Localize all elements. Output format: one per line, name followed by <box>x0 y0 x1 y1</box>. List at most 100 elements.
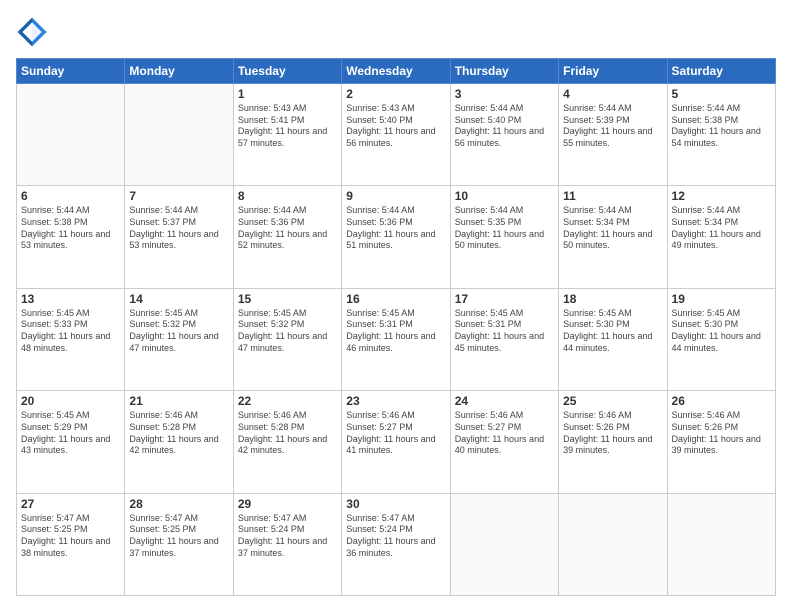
day-number: 9 <box>346 189 445 203</box>
day-number: 12 <box>672 189 771 203</box>
calendar-cell <box>17 84 125 186</box>
calendar-cell: 19 Sunrise: 5:45 AM Sunset: 5:30 PM Dayli… <box>667 288 775 390</box>
cell-content: Sunrise: 5:45 AM Sunset: 5:33 PM Dayligh… <box>21 308 120 355</box>
day-number: 10 <box>455 189 554 203</box>
calendar-cell: 2 Sunrise: 5:43 AM Sunset: 5:40 PM Daylig… <box>342 84 450 186</box>
cell-content: Sunrise: 5:44 AM Sunset: 5:34 PM Dayligh… <box>672 205 771 252</box>
day-number: 14 <box>129 292 228 306</box>
cell-content: Sunrise: 5:46 AM Sunset: 5:27 PM Dayligh… <box>346 410 445 457</box>
day-number: 4 <box>563 87 662 101</box>
day-number: 13 <box>21 292 120 306</box>
calendar-cell: 7 Sunrise: 5:44 AM Sunset: 5:37 PM Daylig… <box>125 186 233 288</box>
day-number: 21 <box>129 394 228 408</box>
calendar-cell <box>125 84 233 186</box>
cell-content: Sunrise: 5:44 AM Sunset: 5:40 PM Dayligh… <box>455 103 554 150</box>
day-number: 6 <box>21 189 120 203</box>
calendar-cell: 1Sunrise: 5:43 AM Sunset: 5:41 PM Daylig… <box>233 84 341 186</box>
day-number: 17 <box>455 292 554 306</box>
calendar-cell: 6 Sunrise: 5:44 AM Sunset: 5:38 PM Daylig… <box>17 186 125 288</box>
column-header-saturday: Saturday <box>667 59 775 84</box>
cell-content: Sunrise: 5:44 AM Sunset: 5:38 PM Dayligh… <box>672 103 771 150</box>
day-number: 15 <box>238 292 337 306</box>
cell-content: Sunrise: 5:44 AM Sunset: 5:36 PM Dayligh… <box>238 205 337 252</box>
cell-content: Sunrise: 5:44 AM Sunset: 5:34 PM Dayligh… <box>563 205 662 252</box>
cell-content: Sunrise: 5:46 AM Sunset: 5:26 PM Dayligh… <box>563 410 662 457</box>
day-number: 8 <box>238 189 337 203</box>
cell-content: Sunrise: 5:45 AM Sunset: 5:29 PM Dayligh… <box>21 410 120 457</box>
day-number: 26 <box>672 394 771 408</box>
cell-content: Sunrise: 5:45 AM Sunset: 5:31 PM Dayligh… <box>455 308 554 355</box>
cell-content: Sunrise: 5:46 AM Sunset: 5:26 PM Dayligh… <box>672 410 771 457</box>
day-number: 7 <box>129 189 228 203</box>
day-number: 28 <box>129 497 228 511</box>
cell-content: Sunrise: 5:45 AM Sunset: 5:31 PM Dayligh… <box>346 308 445 355</box>
column-header-friday: Friday <box>559 59 667 84</box>
calendar-cell: 3 Sunrise: 5:44 AM Sunset: 5:40 PM Daylig… <box>450 84 558 186</box>
day-number: 22 <box>238 394 337 408</box>
day-number: 30 <box>346 497 445 511</box>
calendar-cell: 22 Sunrise: 5:46 AM Sunset: 5:28 PM Dayli… <box>233 391 341 493</box>
day-number: 18 <box>563 292 662 306</box>
page: SundayMondayTuesdayWednesdayThursdayFrid… <box>0 0 792 612</box>
calendar-cell: 21 Sunrise: 5:46 AM Sunset: 5:28 PM Dayli… <box>125 391 233 493</box>
calendar-cell: 18 Sunrise: 5:45 AM Sunset: 5:30 PM Dayli… <box>559 288 667 390</box>
cell-content: Sunrise: 5:47 AM Sunset: 5:24 PM Dayligh… <box>346 513 445 560</box>
cell-content: Sunrise: 5:47 AM Sunset: 5:25 PM Dayligh… <box>129 513 228 560</box>
cell-content: Sunrise: 5:45 AM Sunset: 5:30 PM Dayligh… <box>672 308 771 355</box>
header <box>16 16 776 48</box>
calendar-cell: 5 Sunrise: 5:44 AM Sunset: 5:38 PM Daylig… <box>667 84 775 186</box>
calendar-cell: 29 Sunrise: 5:47 AM Sunset: 5:24 PM Dayli… <box>233 493 341 595</box>
calendar-cell <box>450 493 558 595</box>
column-header-tuesday: Tuesday <box>233 59 341 84</box>
calendar-cell: 25 Sunrise: 5:46 AM Sunset: 5:26 PM Dayli… <box>559 391 667 493</box>
day-number: 1 <box>238 87 337 101</box>
cell-content: Sunrise: 5:44 AM Sunset: 5:35 PM Dayligh… <box>455 205 554 252</box>
calendar-cell: 28 Sunrise: 5:47 AM Sunset: 5:25 PM Dayli… <box>125 493 233 595</box>
day-number: 19 <box>672 292 771 306</box>
calendar-cell: 14 Sunrise: 5:45 AM Sunset: 5:32 PM Dayli… <box>125 288 233 390</box>
calendar-cell: 24Sunrise: 5:46 AM Sunset: 5:27 PM Dayli… <box>450 391 558 493</box>
column-header-thursday: Thursday <box>450 59 558 84</box>
calendar-cell: 26 Sunrise: 5:46 AM Sunset: 5:26 PM Dayli… <box>667 391 775 493</box>
day-number: 29 <box>238 497 337 511</box>
cell-content: Sunrise: 5:44 AM Sunset: 5:39 PM Dayligh… <box>563 103 662 150</box>
day-number: 20 <box>21 394 120 408</box>
cell-content: Sunrise: 5:45 AM Sunset: 5:30 PM Dayligh… <box>563 308 662 355</box>
calendar-cell <box>667 493 775 595</box>
day-number: 5 <box>672 87 771 101</box>
calendar-cell: 16 Sunrise: 5:45 AM Sunset: 5:31 PM Dayli… <box>342 288 450 390</box>
cell-content: Sunrise: 5:45 AM Sunset: 5:32 PM Dayligh… <box>238 308 337 355</box>
day-number: 2 <box>346 87 445 101</box>
day-number: 25 <box>563 394 662 408</box>
calendar-cell: 9Sunrise: 5:44 AM Sunset: 5:36 PM Daylig… <box>342 186 450 288</box>
calendar-cell: 12 Sunrise: 5:44 AM Sunset: 5:34 PM Dayli… <box>667 186 775 288</box>
logo <box>16 16 52 48</box>
day-number: 3 <box>455 87 554 101</box>
calendar-cell: 17 Sunrise: 5:45 AM Sunset: 5:31 PM Dayli… <box>450 288 558 390</box>
cell-content: Sunrise: 5:44 AM Sunset: 5:37 PM Dayligh… <box>129 205 228 252</box>
column-header-monday: Monday <box>125 59 233 84</box>
calendar-cell: 15 Sunrise: 5:45 AM Sunset: 5:32 PM Dayli… <box>233 288 341 390</box>
cell-content: Sunrise: 5:47 AM Sunset: 5:24 PM Dayligh… <box>238 513 337 560</box>
day-number: 27 <box>21 497 120 511</box>
calendar-cell: 11 Sunrise: 5:44 AM Sunset: 5:34 PM Dayli… <box>559 186 667 288</box>
calendar-table: SundayMondayTuesdayWednesdayThursdayFrid… <box>16 58 776 596</box>
day-number: 24 <box>455 394 554 408</box>
calendar-cell <box>559 493 667 595</box>
calendar-cell: 27 Sunrise: 5:47 AM Sunset: 5:25 PM Dayli… <box>17 493 125 595</box>
cell-content: Sunrise: 5:47 AM Sunset: 5:25 PM Dayligh… <box>21 513 120 560</box>
calendar-cell: 13 Sunrise: 5:45 AM Sunset: 5:33 PM Dayli… <box>17 288 125 390</box>
cell-content: Sunrise: 5:43 AM Sunset: 5:40 PM Dayligh… <box>346 103 445 150</box>
day-number: 23 <box>346 394 445 408</box>
cell-content: Sunrise: 5:44 AM Sunset: 5:38 PM Dayligh… <box>21 205 120 252</box>
day-number: 11 <box>563 189 662 203</box>
cell-content: Sunrise: 5:46 AM Sunset: 5:28 PM Dayligh… <box>238 410 337 457</box>
cell-content: Sunrise: 5:45 AM Sunset: 5:32 PM Dayligh… <box>129 308 228 355</box>
day-number: 16 <box>346 292 445 306</box>
cell-content: Sunrise: 5:46 AM Sunset: 5:28 PM Dayligh… <box>129 410 228 457</box>
calendar-cell: 4 Sunrise: 5:44 AM Sunset: 5:39 PM Daylig… <box>559 84 667 186</box>
column-header-sunday: Sunday <box>17 59 125 84</box>
calendar-cell: 8 Sunrise: 5:44 AM Sunset: 5:36 PM Daylig… <box>233 186 341 288</box>
column-header-wednesday: Wednesday <box>342 59 450 84</box>
calendar-cell: 23 Sunrise: 5:46 AM Sunset: 5:27 PM Dayli… <box>342 391 450 493</box>
